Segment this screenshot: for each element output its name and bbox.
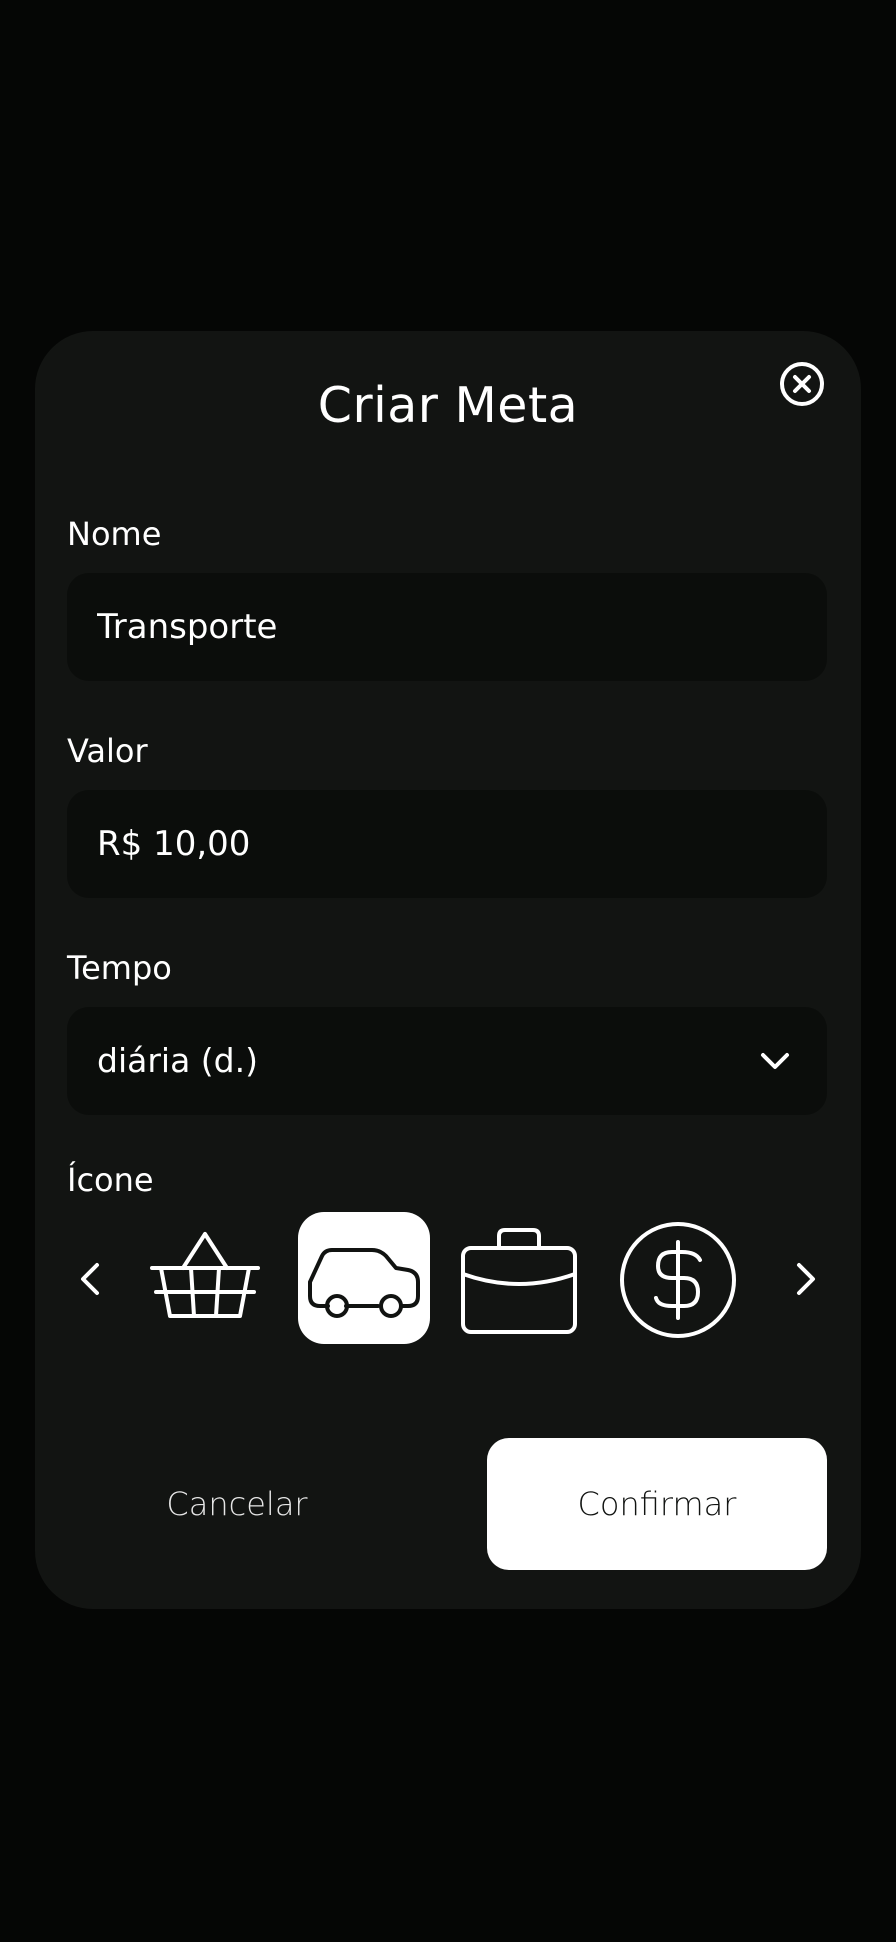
icon-next-button[interactable]	[785, 1251, 825, 1307]
confirm-button[interactable]: Confirmar	[487, 1438, 827, 1570]
basket-icon	[150, 1232, 260, 1318]
icon-prev-button[interactable]	[71, 1251, 111, 1307]
icon-option-dollar[interactable]	[612, 1212, 744, 1344]
chevron-down-icon	[761, 1053, 789, 1069]
period-selected-value: diária (d.)	[97, 1041, 258, 1080]
icon-label: Ícone	[67, 1161, 154, 1199]
chevron-right-icon	[797, 1263, 815, 1295]
modal-title: Criar Meta	[317, 377, 579, 434]
close-circle-icon	[780, 362, 824, 406]
car-icon	[308, 1248, 420, 1318]
close-button[interactable]	[778, 360, 826, 408]
icon-option-car[interactable]	[298, 1212, 430, 1344]
icon-option-basket[interactable]	[139, 1212, 271, 1344]
name-field-container	[67, 573, 827, 681]
icon-option-briefcase[interactable]	[453, 1212, 585, 1344]
cancel-button[interactable]: Cancelar	[97, 1438, 377, 1570]
value-label: Valor	[67, 732, 148, 770]
chevron-left-icon	[81, 1263, 99, 1295]
period-select[interactable]: diária (d.)	[67, 1007, 827, 1115]
period-label: Tempo	[67, 949, 172, 987]
briefcase-icon	[461, 1228, 577, 1334]
value-field-container	[67, 790, 827, 898]
screen: Criar Meta Nome Valor Tempo diária (d.)	[0, 0, 896, 1942]
dollar-circle-icon	[620, 1222, 736, 1338]
name-label: Nome	[67, 515, 162, 553]
value-input[interactable]	[67, 790, 827, 898]
name-input[interactable]	[67, 573, 827, 681]
create-goal-modal: Criar Meta Nome Valor Tempo diária (d.)	[35, 331, 861, 1609]
